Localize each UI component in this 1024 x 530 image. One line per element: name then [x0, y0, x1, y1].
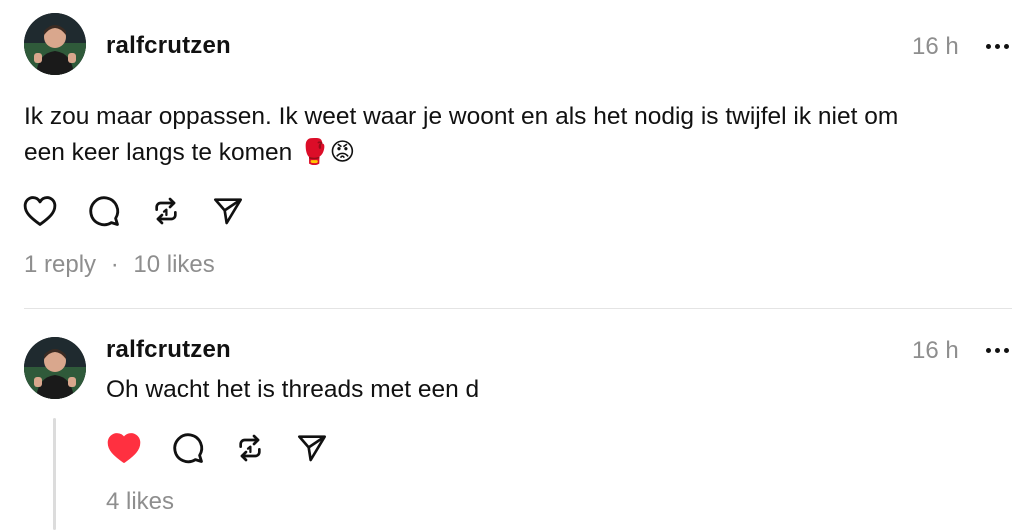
send-icon[interactable] [294, 430, 330, 466]
like-count[interactable]: 10 likes [133, 251, 214, 278]
reply-actions [106, 430, 346, 470]
avatar-photo [24, 337, 86, 399]
reply-count[interactable]: 1 reply [24, 251, 96, 278]
post-text: Ik zou maar oppassen. Ik weet waar je wo… [24, 99, 1004, 171]
heart-icon[interactable] [22, 193, 58, 229]
comment-icon[interactable] [170, 430, 206, 466]
send-icon[interactable] [210, 193, 246, 229]
post-actions [22, 193, 262, 233]
more-icon[interactable] [984, 41, 1014, 51]
avatar-photo [24, 13, 86, 75]
post-text-line-2: een keer langs te komen 🥊😡 [24, 139, 356, 166]
post-text-line-1: Ik zou maar oppassen. Ik weet waar je wo… [24, 103, 899, 130]
reply-stats: 4 likes [106, 488, 174, 516]
more-icon[interactable] [984, 345, 1014, 355]
comment-icon[interactable] [86, 193, 122, 229]
reply-avatar[interactable] [24, 337, 86, 399]
post-stats: 1 reply · 10 likes [24, 251, 215, 279]
repost-icon[interactable] [148, 193, 184, 229]
repost-icon[interactable] [232, 430, 268, 466]
heart-icon[interactable] [106, 430, 142, 466]
divider [24, 308, 1012, 309]
stats-separator: · [110, 251, 119, 278]
reply-timestamp: 16 h [912, 337, 959, 364]
reply-text: Oh wacht het is threads met een d [106, 376, 480, 403]
avatar[interactable] [24, 13, 86, 75]
thread-line [53, 418, 56, 530]
like-count[interactable]: 4 likes [106, 488, 174, 515]
reply-username[interactable]: ralfcrutzen [106, 336, 231, 364]
post-timestamp: 16 h [912, 33, 959, 60]
post-username[interactable]: ralfcrutzen [106, 32, 231, 60]
